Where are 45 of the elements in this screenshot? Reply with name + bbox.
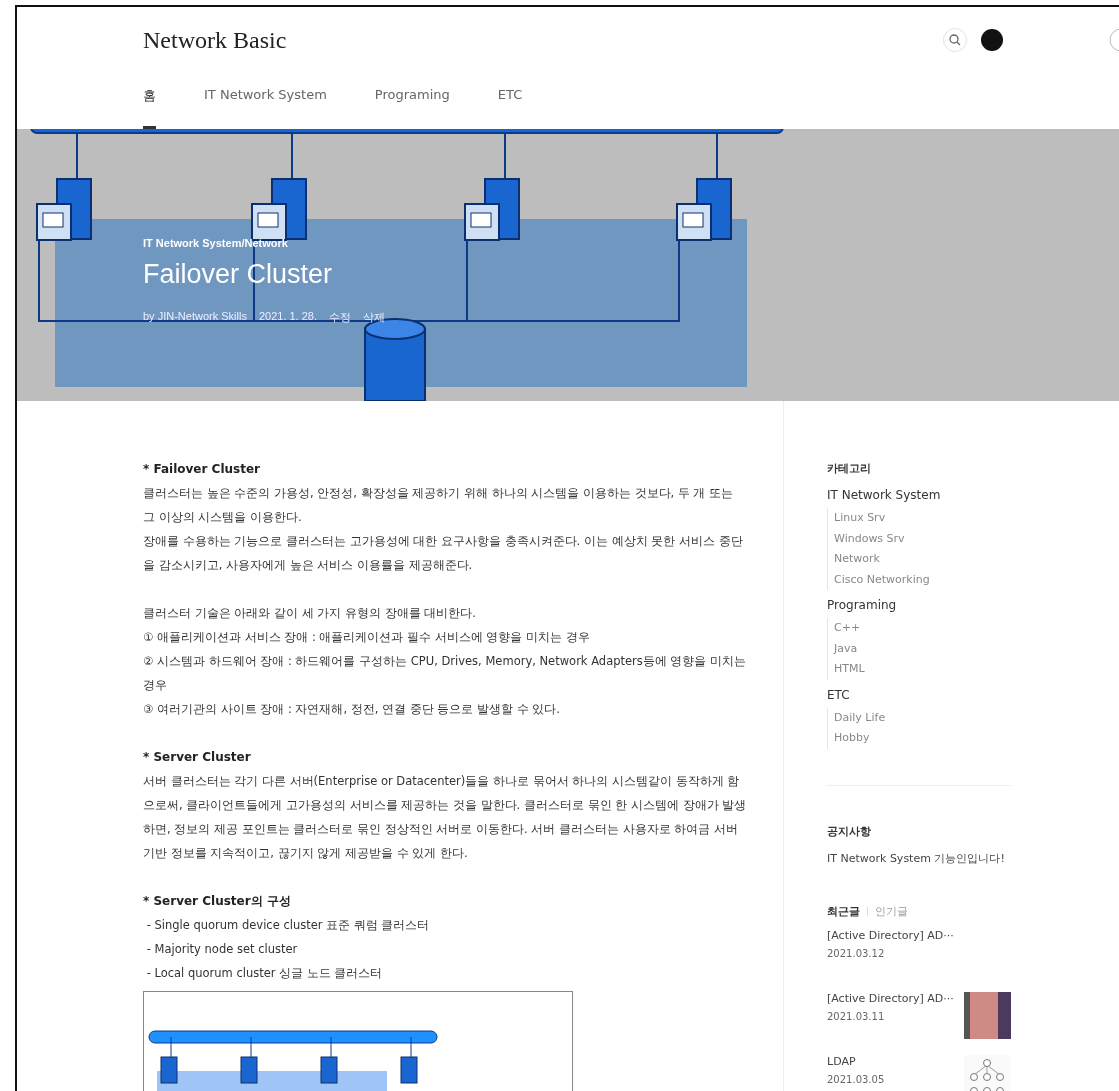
body-text: - Local quorum cluster 싱글 노드 클러스터 (145, 965, 384, 982)
section-heading: * Server Cluster의 구성 (143, 893, 292, 910)
post-date: 2021.03.11 (827, 1010, 886, 1022)
category-link[interactable]: ETC (827, 687, 1011, 702)
avatar-icon[interactable] (981, 29, 1003, 51)
body-text: ③ 여러기관의 사이트 장애 : 자연재해, 정전, 연결 중단 등으로 발생할 수 있다. (143, 701, 562, 718)
post-list-tab[interactable]: 인기글 (875, 903, 908, 919)
nav-tab[interactable]: ETC (497, 73, 523, 115)
recent-post-link[interactable]: [Active Directory] AD··· (827, 928, 954, 942)
subcategory-link[interactable]: Daily Life (834, 710, 886, 724)
recent-post-link[interactable]: LDAP (827, 1054, 885, 1068)
body-text: ① 애플리케이션과 서비스 장애 : 애플리케이션과 필수 서비스에 영향을 미치는 경우 (143, 629, 591, 646)
subcategory-link[interactable]: Linux Srv (834, 511, 886, 524)
subcategory-link[interactable]: Network (834, 552, 880, 565)
body-text: - Majority node set cluster (145, 941, 299, 958)
nav-tab[interactable]: IT Network System (204, 73, 327, 115)
sidebar-heading: 공지사항 (827, 823, 872, 839)
body-text: 클러스터 기술은 아래와 같이 세 가지 유형의 장애를 대비한다. (143, 605, 477, 622)
section-heading: * Failover Cluster (143, 461, 261, 478)
body-text: 서버 클러스터는 각기 다른 서버(Enterprise or Datacenter)들을 하나로 묶어서 하나의 시스템같이 동작하게 함으로써, 클라이언트들에게 고가용성의 서비스를 제공하는 것을 말한다. 클러스터로 묶인 한 시스템에 장애가 발생하면, 정보의 제공 포인트는 클러스터로 묶인 정상적인 서버로 이동한다. 서버 클러스터는 사용자로 하여금 서버 기반 정보를 지속적이고, 끊기지 않게 제공받을 수 있게 한다. (143, 773, 747, 862)
post-date: 2021.03.05 (827, 1073, 885, 1085)
recent-post-link[interactable]: [Active Directory] AD··· (827, 991, 954, 1005)
subcategory-link[interactable]: Windows Srv (834, 531, 905, 545)
blog-title[interactable]: Network Basic (143, 26, 943, 54)
section-heading: * Server Cluster (143, 749, 252, 766)
subcategory-link[interactable]: Hobby (834, 731, 870, 744)
nav-tab[interactable]: Programing (374, 73, 450, 115)
post-list-tab[interactable]: 최근글 (827, 903, 860, 919)
body-text: 장애를 수용하는 기능으로 클러스터는 고가용성에 대한 요구사항을 충족시켜준다. 이는 예상치 못한 서비스 중단을 감소시키고, 사용자에게 높은 서비스 이용률을 제공해준다. (143, 533, 744, 574)
subcategory-link[interactable]: C++ (834, 621, 861, 634)
post-date: 2021. 1. 28. (258, 310, 317, 324)
subcategory-link[interactable]: Java (834, 641, 858, 655)
notice-link[interactable]: IT Network System 기능인입니다! (827, 850, 1011, 866)
post-date: 2021.03.12 (827, 947, 886, 959)
body-text: ② 시스템과 하드웨어 장애 : 하드웨어를 구성하는 CPU, Drives, Memory, Network Adapters등에 영향을 미치는 경우 (143, 653, 747, 694)
post-author: by JIN-Network Skills (143, 310, 247, 324)
body-text: 클러스터는 높은 수준의 가용성, 안정성, 확장성을 제공하기 위해 하나의 시스템을 이용하는 것보다, 두 개 또는 그 이상의 시스템을 이용한다. (143, 485, 735, 526)
category-link[interactable]: IT Network System (827, 488, 1011, 502)
subcategory-link[interactable]: HTML (834, 662, 865, 675)
sidebar-heading: 카테고리 (827, 461, 872, 476)
category-link[interactable]: Programing (827, 598, 1011, 612)
body-text: - Single quorum device cluster 표준 쿼럼 클러스터 (145, 917, 431, 934)
search-icon[interactable] (943, 28, 967, 52)
photo-placeholder[interactable] (964, 991, 1011, 1039)
subcategory-link[interactable]: Cisco Networking (834, 572, 930, 586)
